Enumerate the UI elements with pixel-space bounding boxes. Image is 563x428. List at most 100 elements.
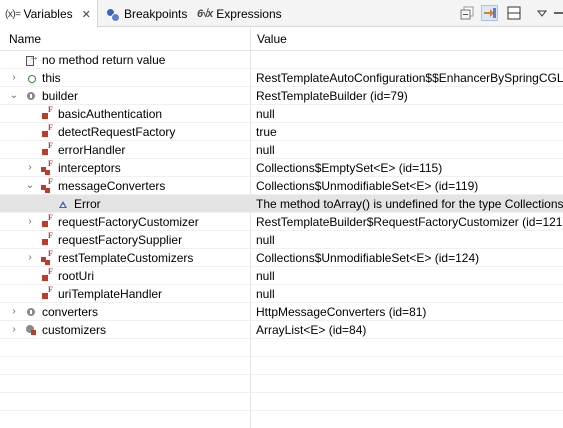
expand-chevron-icon[interactable]: › <box>24 213 36 231</box>
minimize-icon <box>553 12 563 14</box>
variable-name: interceptors <box>58 161 121 175</box>
table-header: Name Value <box>0 28 563 51</box>
field-variable-icon <box>40 285 54 301</box>
table-row[interactable]: › customizers ArrayList<E> (id=84) <box>0 321 563 339</box>
name-cell: errorHandler <box>0 141 250 159</box>
name-cell: › this <box>0 69 250 87</box>
layout-button[interactable] <box>505 5 522 21</box>
expand-chevron-icon[interactable]: › <box>8 69 20 87</box>
expand-chevron-icon[interactable]: › <box>8 321 20 339</box>
table-row[interactable]: › this RestTemplateAutoConfiguration$$Enha… <box>0 69 563 87</box>
column-header-name[interactable]: Name <box>9 28 41 51</box>
variable-name: restTemplateCustomizers <box>58 251 194 265</box>
minimize-button[interactable] <box>550 5 563 21</box>
gray-variable-icon <box>24 89 38 103</box>
variable-name: builder <box>42 89 79 103</box>
name-cell: › restTemplateCustomizers <box>0 249 250 267</box>
variable-value: null <box>256 269 275 283</box>
table-row[interactable] <box>0 339 563 357</box>
table-row[interactable]: basicAuthentication null <box>0 105 563 123</box>
view-menu-button[interactable] <box>533 5 550 21</box>
table-row[interactable]: ⌄ builder RestTemplateBuilder (id=79) <box>0 87 563 105</box>
field-variable-icon <box>40 213 54 229</box>
variable-name: converters <box>42 305 99 319</box>
table-row[interactable]: no method return value <box>0 51 563 69</box>
variable-value <box>256 375 563 393</box>
layout-icon <box>507 6 520 20</box>
variable-name: requestFactorySupplier <box>58 233 183 247</box>
close-icon[interactable]: ✕ <box>82 8 91 21</box>
column-header-value[interactable]: Value <box>257 28 287 51</box>
variable-value <box>256 339 563 357</box>
tab-breakpoints[interactable]: Breakpoints <box>104 0 187 27</box>
gray-multi-variable-icon <box>24 323 38 337</box>
table-row[interactable] <box>0 411 563 428</box>
table-row[interactable]: errorHandler null <box>0 141 563 159</box>
field-variable-icon <box>40 231 54 247</box>
name-cell: › converters <box>0 303 250 321</box>
table-row[interactable]: › interceptors Collections$EmptySet<E> (id… <box>0 159 563 177</box>
collapse-chevron-icon[interactable]: ⌄ <box>24 177 36 195</box>
view-menu-icon <box>536 10 547 17</box>
table-row[interactable]: rootUri null <box>0 267 563 285</box>
show-type-names-button[interactable] <box>481 5 498 21</box>
table-row[interactable] <box>0 393 563 411</box>
name-cell: › requestFactoryCustomizer <box>0 213 250 231</box>
variable-value: RestTemplateBuilder (id=79) <box>256 89 408 103</box>
gray-variable-icon <box>24 305 38 319</box>
table-row[interactable]: ⌄ messageConverters Collections$Unmodifiab… <box>0 177 563 195</box>
variable-name: customizers <box>42 323 107 337</box>
field-variable-icon <box>40 267 54 283</box>
table-row[interactable]: › converters HttpMessageConverters (id=81) <box>0 303 563 321</box>
tab-expressions[interactable]: 6√x Expressions <box>197 0 282 27</box>
table-row[interactable]: uriTemplateHandler null <box>0 285 563 303</box>
variable-value <box>256 411 563 428</box>
expressions-icon: 6√x <box>197 7 213 20</box>
table-row[interactable]: Error The method toArray() is undefined f… <box>0 195 563 213</box>
variable-name: errorHandler <box>58 143 126 157</box>
table-row[interactable]: requestFactorySupplier null <box>0 231 563 249</box>
variable-value: Collections$EmptySet<E> (id=115) <box>256 161 443 175</box>
tab-variables[interactable]: (x)= Variables ✕ <box>0 0 98 28</box>
variable-value: RestTemplateAutoConfiguration$$EnhancerB… <box>256 71 563 85</box>
collapse-chevron-icon[interactable]: ⌄ <box>8 87 20 105</box>
show-type-names-icon <box>483 8 496 18</box>
expand-chevron-icon[interactable]: › <box>8 303 20 321</box>
variable-name: no method return value <box>42 53 166 67</box>
name-cell: › interceptors <box>0 159 250 177</box>
table-row[interactable] <box>0 375 563 393</box>
table-row[interactable]: › restTemplateCustomizers Collections$Unmo… <box>0 249 563 267</box>
name-cell: ⌄ builder <box>0 87 250 105</box>
name-cell: uriTemplateHandler <box>0 285 250 303</box>
name-cell: ⌄ messageConverters <box>0 177 250 195</box>
variable-name: requestFactoryCustomizer <box>58 215 199 229</box>
table-row[interactable]: detectRequestFactory true <box>0 123 563 141</box>
tab-variables-label: Variables <box>23 7 73 21</box>
tab-breakpoints-label: Breakpoints <box>124 6 188 21</box>
variable-name: basicAuthentication <box>58 107 163 121</box>
table-row[interactable] <box>0 357 563 375</box>
table-row[interactable]: › requestFactoryCustomizer RestTemplateBui… <box>0 213 563 231</box>
name-cell: detectRequestFactory <box>0 123 250 141</box>
name-cell: Error <box>0 195 250 213</box>
expand-chevron-icon[interactable]: › <box>24 159 36 177</box>
expand-chevron-icon[interactable]: › <box>24 249 36 267</box>
name-cell <box>0 339 250 357</box>
name-cell: no method return value <box>0 51 250 69</box>
variable-name: detectRequestFactory <box>58 125 176 139</box>
field-variable-icon <box>40 123 54 139</box>
variable-name: uriTemplateHandler <box>58 287 163 301</box>
variable-value: null <box>256 233 275 247</box>
name-cell: rootUri <box>0 267 250 285</box>
collapse-all-button[interactable] <box>458 5 475 21</box>
error-variable-icon <box>56 197 70 211</box>
variable-name: Error <box>74 197 101 211</box>
variable-value: null <box>256 287 275 301</box>
